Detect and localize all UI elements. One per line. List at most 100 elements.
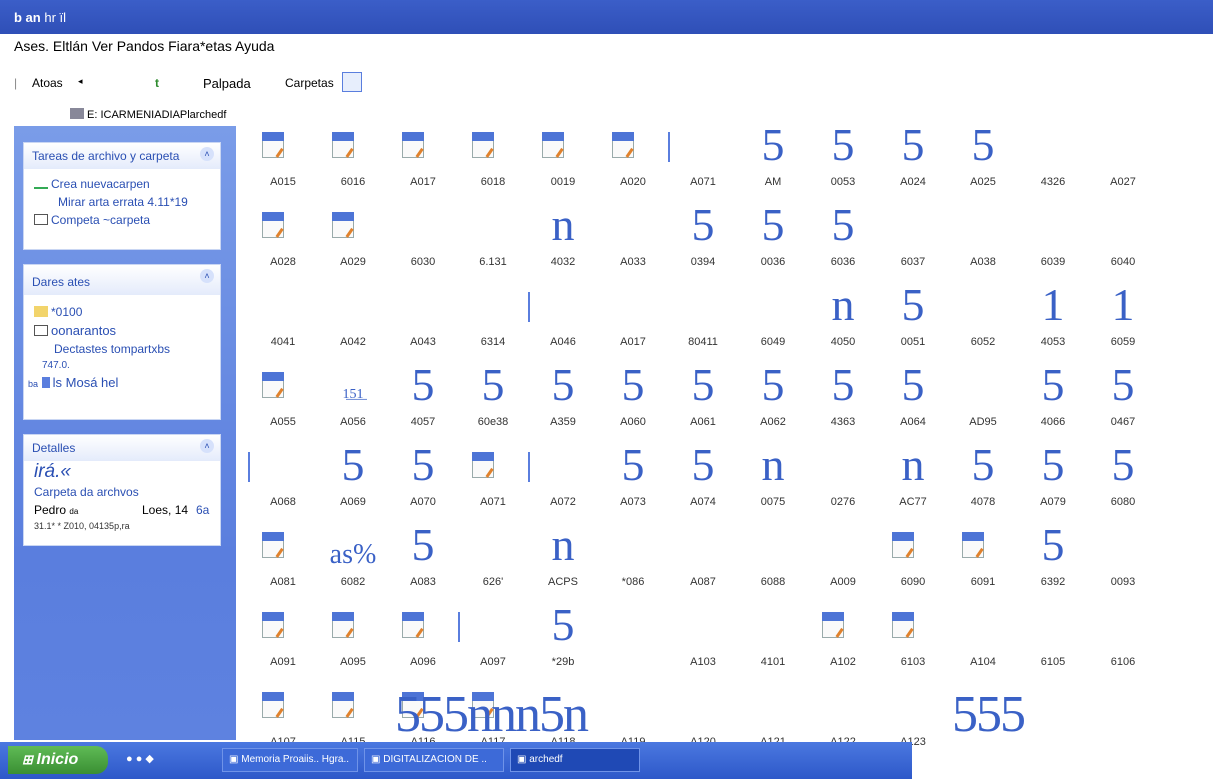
file-item[interactable]: n 4032: [528, 200, 598, 284]
file-item[interactable]: 5 A064: [878, 360, 948, 444]
file-item[interactable]: 5 A079: [1018, 440, 1088, 524]
file-item[interactable]: 5 A083: [388, 520, 458, 604]
file-item[interactable]: A104: [948, 606, 1018, 684]
file-item[interactable]: 5 A060: [598, 360, 668, 444]
file-item[interactable]: 5 A359: [528, 360, 598, 444]
task-share[interactable]: Competa ~carpeta: [24, 211, 220, 229]
file-item[interactable]: A068: [248, 446, 318, 524]
taskbar-item[interactable]: ▣ DIGITALIZACION DE ..: [364, 748, 504, 772]
file-item[interactable]: A096: [388, 606, 458, 684]
file-item[interactable]: 5 A069: [318, 440, 388, 524]
file-item[interactable]: 5 0051: [878, 280, 948, 364]
taskbar-item[interactable]: ▣ Memoria Proaiis.. Hgra..: [222, 748, 358, 772]
file-item[interactable]: A087: [668, 526, 738, 604]
file-item[interactable]: 5 A073: [598, 440, 668, 524]
file-item[interactable]: A046: [528, 286, 598, 364]
file-item[interactable]: 5 *29b: [528, 600, 598, 684]
file-item[interactable]: 5 0053: [808, 120, 878, 204]
file-item[interactable]: 80411: [668, 286, 738, 364]
file-item[interactable]: 6030: [388, 206, 458, 284]
file-item[interactable]: 6016: [318, 126, 388, 204]
file-item[interactable]: 6.131: [458, 206, 528, 284]
file-item[interactable]: 6106: [1088, 606, 1158, 684]
file-item[interactable]: A009: [808, 526, 878, 604]
place-item[interactable]: ba ls Mosá hel: [24, 373, 220, 392]
collapse-icon[interactable]: ˄: [200, 147, 214, 161]
file-item[interactable]: A017: [598, 286, 668, 364]
folders-button[interactable]: Carpetas: [285, 76, 334, 90]
file-item[interactable]: A038: [948, 206, 1018, 284]
file-item[interactable]: 4326: [1018, 126, 1088, 204]
file-item[interactable]: [1018, 686, 1088, 764]
file-item[interactable]: 5 A070: [388, 440, 458, 524]
file-item[interactable]: A091: [248, 606, 318, 684]
file-item[interactable]: 4041: [248, 286, 318, 364]
task-publish[interactable]: Mirar arta errata 4.11*19: [24, 193, 220, 211]
file-item[interactable]: 5 6392: [1018, 520, 1088, 604]
file-item[interactable]: 5 4066: [1018, 360, 1088, 444]
place-item[interactable]: 747.0.: [24, 358, 220, 373]
file-tasks-header[interactable]: Tareas de archivo y carpeta ˄: [24, 143, 220, 169]
view-icon[interactable]: [342, 72, 362, 92]
file-item[interactable]: 5 A025: [948, 120, 1018, 204]
back-button[interactable]: Atoas: [32, 76, 63, 90]
file-item[interactable]: 6052: [948, 286, 1018, 364]
file-item[interactable]: 5 60e38: [458, 360, 528, 444]
file-item[interactable]: A015: [248, 126, 318, 204]
file-item[interactable]: n ACPS: [528, 520, 598, 604]
file-item[interactable]: 5 4363: [808, 360, 878, 444]
file-item[interactable]: 5 A062: [738, 360, 808, 444]
file-item[interactable]: A103: [668, 606, 738, 684]
collapse-icon[interactable]: ˄: [200, 269, 214, 283]
file-item[interactable]: 5 0394: [668, 200, 738, 284]
file-item[interactable]: 6314: [458, 286, 528, 364]
file-item[interactable]: 5 AM: [738, 120, 808, 204]
file-item[interactable]: 6039: [1018, 206, 1088, 284]
file-item[interactable]: A028: [248, 206, 318, 284]
file-item[interactable]: A072: [528, 446, 598, 524]
file-item[interactable]: A071: [668, 126, 738, 204]
file-item[interactable]: 6018: [458, 126, 528, 204]
file-item[interactable]: 6091: [948, 526, 1018, 604]
file-item[interactable]: 0276: [808, 446, 878, 524]
file-item[interactable]: 5 A024: [878, 120, 948, 204]
file-item[interactable]: A043: [388, 286, 458, 364]
file-item[interactable]: 5 A061: [668, 360, 738, 444]
file-item[interactable]: 6103: [878, 606, 948, 684]
file-item[interactable]: A020: [598, 126, 668, 204]
file-item[interactable]: n 0075: [738, 440, 808, 524]
task-new-folder[interactable]: Crea nuevacarpen: [24, 175, 220, 193]
file-item[interactable]: A033: [598, 206, 668, 284]
start-button[interactable]: ⊞ Inicio: [8, 746, 108, 774]
up-icon[interactable]: t: [155, 76, 159, 90]
file-item[interactable]: as% 6082: [318, 526, 388, 604]
file-item[interactable]: 6049: [738, 286, 808, 364]
file-item[interactable]: [1088, 686, 1158, 764]
search-button[interactable]: Palpada: [203, 76, 251, 91]
taskbar-item-active[interactable]: ▣ archedf: [510, 748, 640, 772]
file-item[interactable]: A095: [318, 606, 388, 684]
file-item[interactable]: A042: [318, 286, 388, 364]
file-item[interactable]: A029: [318, 206, 388, 284]
place-item[interactable]: Dectastes tompartxbs: [24, 340, 220, 358]
file-item[interactable]: 6090: [878, 526, 948, 604]
file-item[interactable]: 5 4078: [948, 440, 1018, 524]
file-item[interactable]: 5 A074: [668, 440, 738, 524]
file-item[interactable]: *086: [598, 526, 668, 604]
file-item[interactable]: 626': [458, 526, 528, 604]
file-item[interactable]: 0093: [1088, 526, 1158, 604]
other-places-header[interactable]: Dares ates ˄: [24, 265, 220, 295]
file-item[interactable]: A055: [248, 366, 318, 444]
back-arrow-icon[interactable]: ◂: [78, 76, 83, 87]
file-item[interactable]: 5 6036: [808, 200, 878, 284]
file-item[interactable]: A017: [388, 126, 458, 204]
place-item[interactable]: oonarantos: [24, 321, 220, 340]
file-item[interactable]: A071: [458, 446, 528, 524]
file-item[interactable]: AD95: [948, 366, 1018, 444]
file-item[interactable]: 1̲5̲1̲ A056: [318, 366, 388, 444]
file-item[interactable]: n 4050: [808, 280, 878, 364]
file-item[interactable]: [598, 606, 668, 684]
file-item[interactable]: 5 0467: [1088, 360, 1158, 444]
file-item[interactable]: 5 6080: [1088, 440, 1158, 524]
menu-bar[interactable]: Ases. Eltlán Ver Pandos Fiara*etas Ayuda: [14, 38, 274, 54]
